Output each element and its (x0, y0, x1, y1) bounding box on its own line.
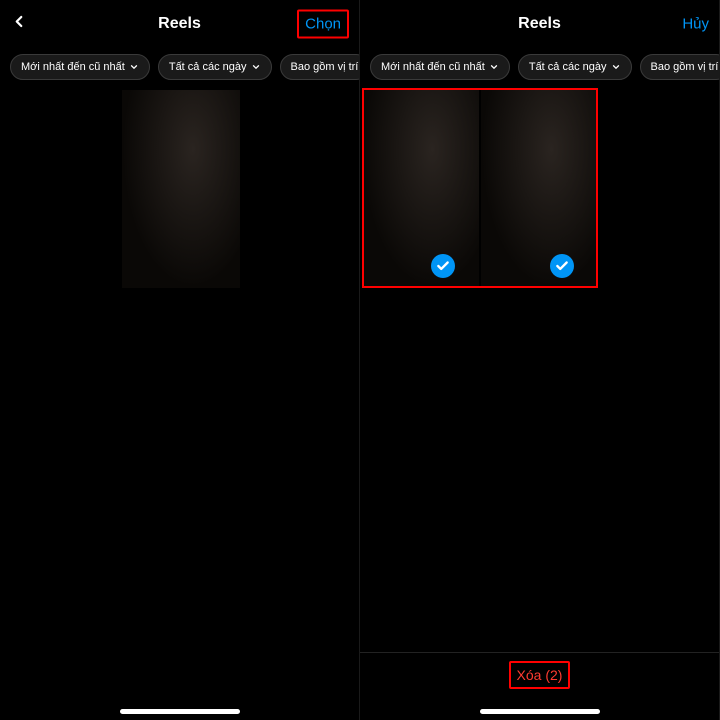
reels-grid (0, 88, 359, 290)
select-button[interactable]: Chọn (297, 10, 349, 39)
filter-label: Mới nhất đến cũ nhất (21, 61, 125, 73)
page-title: Reels (518, 15, 561, 33)
cancel-button[interactable]: Hủy (682, 16, 709, 33)
filter-date[interactable]: Tất cả các ngày (158, 54, 272, 80)
home-indicator[interactable] (480, 709, 600, 714)
header: Reels Chọn (0, 0, 359, 48)
filter-label: Mới nhất đến cũ nhất (381, 61, 485, 73)
reels-grid (360, 88, 719, 290)
filter-row: Mới nhất đến cũ nhất Tất cả các ngày Bao… (360, 48, 719, 86)
selected-check-icon (550, 254, 574, 278)
filter-label: Bao gồm vị trí (291, 61, 359, 73)
screen-right: Reels Hủy Mới nhất đến cũ nhất Tất cả cá… (360, 0, 720, 720)
filter-label: Bao gồm vị trí (651, 61, 719, 73)
reel-thumbnail[interactable] (122, 90, 240, 288)
back-button[interactable] (10, 13, 28, 36)
reel-thumbnail[interactable] (481, 90, 598, 288)
selected-check-icon (431, 254, 455, 278)
chevron-left-icon (10, 13, 28, 31)
reel-thumbnail[interactable] (362, 90, 479, 288)
filter-row: Mới nhất đến cũ nhất Tất cả các ngày Bao… (0, 48, 359, 86)
screen-left: Reels Chọn Mới nhất đến cũ nhất Tất cả c… (0, 0, 360, 720)
filter-label: Tất cả các ngày (169, 61, 247, 73)
filter-sort[interactable]: Mới nhất đến cũ nhất (370, 54, 510, 80)
filter-date[interactable]: Tất cả các ngày (518, 54, 632, 80)
chevron-down-icon (611, 62, 621, 72)
chevron-down-icon (129, 62, 139, 72)
chevron-down-icon (489, 62, 499, 72)
page-title: Reels (158, 15, 201, 33)
header: Reels Hủy (360, 0, 719, 48)
home-indicator[interactable] (120, 709, 240, 714)
bottom-bar: Xóa (2) (360, 652, 719, 696)
filter-label: Tất cả các ngày (529, 61, 607, 73)
filter-sort[interactable]: Mới nhất đến cũ nhất (10, 54, 150, 80)
delete-button[interactable]: Xóa (2) (509, 661, 571, 689)
chevron-down-icon (251, 62, 261, 72)
filter-location[interactable]: Bao gồm vị trí (640, 54, 720, 80)
filter-location[interactable]: Bao gồm vị trí (280, 54, 360, 80)
